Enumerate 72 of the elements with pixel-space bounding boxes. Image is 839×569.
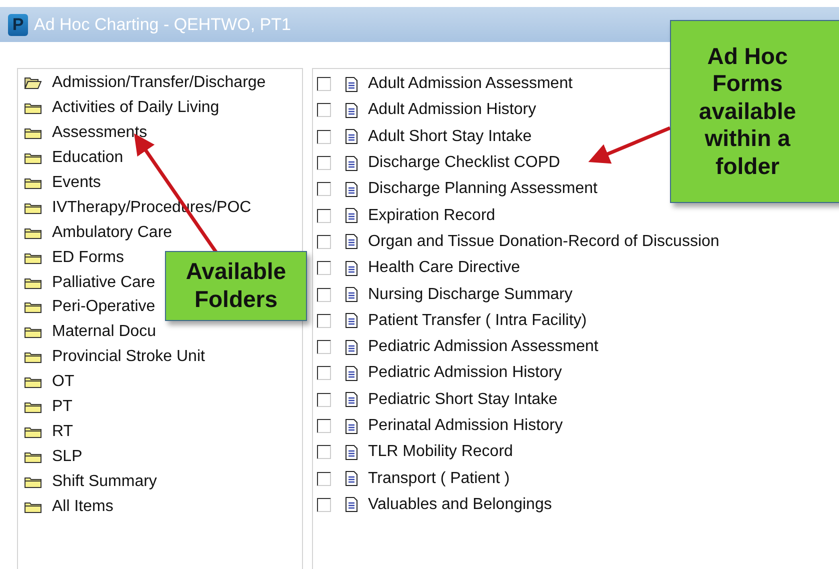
folder-item[interactable]: Activities of Daily Living <box>24 96 220 121</box>
document-icon <box>345 182 358 197</box>
form-item[interactable]: Discharge Checklist COPD <box>368 154 560 172</box>
checkbox[interactable] <box>317 340 331 354</box>
checkbox[interactable] <box>317 445 331 460</box>
folder-item[interactable]: OT <box>24 370 74 395</box>
form-item[interactable]: Pediatric Admission Assessment <box>368 338 598 356</box>
form-item[interactable]: Pediatric Short Stay Intake <box>368 390 558 409</box>
folder-item[interactable]: All Items <box>24 494 114 520</box>
form-item[interactable]: Health Care Directive <box>368 259 520 278</box>
document-icon <box>345 392 358 408</box>
form-item[interactable]: Transport ( Patient ) <box>368 470 510 488</box>
window-title: Ad Hoc Charting - QEHTWO, PT1 <box>34 14 291 34</box>
document-icon <box>345 366 358 381</box>
folder-item[interactable]: Assessments <box>24 120 148 146</box>
folder-item[interactable]: Education <box>24 146 124 171</box>
checkbox[interactable] <box>317 234 331 249</box>
folder-item[interactable]: Ambulatory Care <box>24 220 172 246</box>
form-item[interactable]: Nursing Discharge Summary <box>368 286 573 304</box>
checkbox[interactable] <box>317 288 331 302</box>
form-item[interactable]: Pediatric Admission History <box>368 364 562 382</box>
document-icon <box>345 418 358 434</box>
form-item[interactable]: Organ and Tissue Donation-Record of Discussion <box>368 232 720 251</box>
folder-item[interactable]: PT <box>24 394 72 420</box>
checkbox[interactable] <box>317 130 331 144</box>
folder-item[interactable]: SLP <box>24 444 82 470</box>
form-item[interactable]: Expiration Record <box>368 206 496 225</box>
folder-item[interactable]: Palliative Care <box>24 270 156 296</box>
document-icon <box>345 129 358 144</box>
document-icon <box>345 102 358 118</box>
checkbox[interactable] <box>317 156 331 170</box>
document-icon <box>345 76 358 92</box>
folder-item[interactable]: Peri-Operative <box>24 295 156 320</box>
form-item[interactable]: Valuables and Belongings <box>368 496 552 514</box>
folder-item[interactable]: Events <box>24 170 101 196</box>
checkbox[interactable] <box>317 182 331 196</box>
document-icon <box>345 260 358 276</box>
folder-item[interactable]: RT <box>24 419 74 444</box>
folder-item[interactable]: Admission/Transfer/Discharge <box>24 71 266 96</box>
checkbox[interactable] <box>317 208 331 223</box>
checkbox[interactable] <box>317 498 331 512</box>
form-item[interactable]: Discharge Planning Assessment <box>368 180 598 198</box>
folder-item[interactable]: Provincial Stroke Unit <box>24 344 205 370</box>
callout: Ad Hoc Forms available within a folder <box>670 20 839 203</box>
checkbox[interactable] <box>317 77 331 92</box>
document-icon <box>345 208 358 224</box>
form-item[interactable]: Adult Admission Assessment <box>368 75 573 94</box>
form-item[interactable]: Patient Transfer ( Intra Facility) <box>368 312 587 330</box>
document-icon <box>345 313 358 328</box>
document-icon <box>345 340 358 355</box>
checkbox[interactable] <box>317 103 331 118</box>
checkbox[interactable] <box>317 366 331 380</box>
checkbox[interactable] <box>317 392 331 407</box>
document-icon <box>345 444 358 460</box>
document-icon <box>345 234 358 250</box>
callout: Available Folders <box>165 251 307 321</box>
folder-item[interactable]: ED Forms <box>24 245 124 270</box>
form-item[interactable]: Adult Short Stay Intake <box>368 128 532 146</box>
document-icon <box>345 287 358 302</box>
form-item[interactable]: Perinatal Admission History <box>368 417 563 435</box>
folder-item[interactable]: Maternal Docu <box>24 320 156 345</box>
checkbox[interactable] <box>317 472 331 486</box>
form-item[interactable]: Adult Admission History <box>368 101 536 120</box>
app-icon: P <box>8 14 28 36</box>
document-icon <box>345 497 358 512</box>
checkbox[interactable] <box>317 419 331 433</box>
document-icon <box>345 156 358 171</box>
document-icon <box>345 471 358 486</box>
checkbox[interactable] <box>317 261 331 276</box>
checkbox[interactable] <box>317 314 331 328</box>
form-item[interactable]: TLR Mobility Record <box>368 443 513 462</box>
folder-item[interactable]: Shift Summary <box>24 469 157 494</box>
